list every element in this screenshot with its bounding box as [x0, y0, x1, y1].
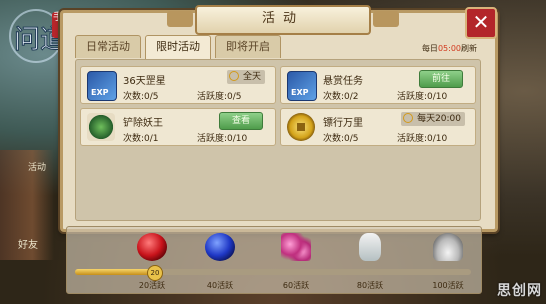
activity-points: 活跃度:0/10 — [397, 134, 448, 144]
time-tag: 每天20:00 — [401, 112, 465, 126]
reward-label: 40活跃 — [206, 281, 234, 290]
refresh-time: 05:00 — [437, 44, 461, 53]
pink-gem-icon[interactable] — [281, 233, 311, 261]
close-button[interactable]: ✕ — [465, 7, 497, 39]
refresh-prefix: 每日 — [421, 44, 438, 53]
watermark: 思创网 — [497, 283, 542, 299]
tab-upcoming[interactable]: 即将开启 — [215, 35, 281, 58]
activity-card-demon-king[interactable]: 铲除妖王 查看 次数:0/1 活跃度:0/10 — [80, 108, 276, 146]
progress-knob: 20 — [147, 265, 163, 281]
activity-count: 次数:0/5 — [323, 134, 359, 144]
exp-book-icon: EXP — [287, 71, 317, 101]
activity-name: 36天罡星 — [123, 76, 166, 87]
activity-progress-bar: 20 — [75, 265, 471, 281]
tab-bar: 日常活动 限时活动 即将开启 — [75, 35, 281, 60]
clock-icon — [403, 113, 414, 123]
activity-window: 活动 ✕ 日常活动 限时活动 即将开启 每日05:00刷新 EXP 36天罡星 … — [60, 5, 498, 232]
activity-count: 次数:0/2 — [323, 92, 359, 102]
activity-card-tiangang[interactable]: EXP 36天罡星 全天 次数:0/5 活跃度:0/5 — [80, 66, 276, 104]
tab-limited[interactable]: 限时活动 — [145, 35, 211, 60]
snake-icon — [87, 113, 115, 141]
refresh-suffix: 刷新 — [461, 44, 477, 53]
clock-icon — [228, 71, 239, 81]
activity-name: 铲除妖王 — [123, 118, 163, 129]
vase-icon[interactable] — [359, 233, 381, 261]
activity-reward-bar: 20 20活跃 40活跃 60活跃 80活跃 100活跃 — [66, 226, 482, 294]
window-title: 活动 — [167, 5, 399, 35]
reward-label: 60活跃 — [282, 281, 310, 290]
reward-label: 80活跃 — [356, 281, 384, 290]
reward-label: 20活跃 — [138, 281, 166, 290]
red-gem-icon[interactable] — [137, 233, 167, 261]
activity-card-bounty[interactable]: EXP 悬赏任务 前往 次数:0/2 活跃度:0/10 — [280, 66, 476, 104]
view-button[interactable]: 查看 — [219, 112, 263, 130]
time-tag-text: 每天20:00 — [417, 114, 461, 124]
coin-icon — [287, 113, 315, 141]
progress-fill — [75, 269, 155, 275]
exp-book-icon: EXP — [87, 71, 117, 101]
activity-list: EXP 36天罡星 全天 次数:0/5 活跃度:0/5 EXP 悬赏任务 前往 … — [75, 59, 481, 221]
activity-points: 活跃度:0/5 — [197, 92, 242, 102]
activity-count: 次数:0/5 — [123, 92, 159, 102]
activity-points: 活跃度:0/10 — [397, 92, 448, 102]
side-activity-label[interactable]: 活动 — [28, 160, 46, 173]
refresh-notice: 每日05:00刷新 — [422, 43, 477, 54]
activity-name: 悬赏任务 — [323, 76, 363, 87]
tab-daily[interactable]: 日常活动 — [75, 35, 141, 58]
side-friends-label[interactable]: 好友 — [18, 236, 38, 251]
time-tag: 全天 — [226, 70, 265, 84]
activity-points: 活跃度:0/10 — [197, 134, 248, 144]
blue-gem-icon[interactable] — [205, 233, 235, 261]
silver-ingot-icon[interactable] — [433, 233, 463, 261]
reward-label: 100活跃 — [432, 281, 464, 290]
activity-card-escort[interactable]: 镖行万里 每天20:00 次数:0/5 活跃度:0/10 — [280, 108, 476, 146]
go-button[interactable]: 前往 — [419, 70, 463, 88]
time-tag-text: 全天 — [242, 72, 261, 82]
activity-name: 镖行万里 — [323, 118, 363, 129]
activity-count: 次数:0/1 — [123, 134, 159, 144]
